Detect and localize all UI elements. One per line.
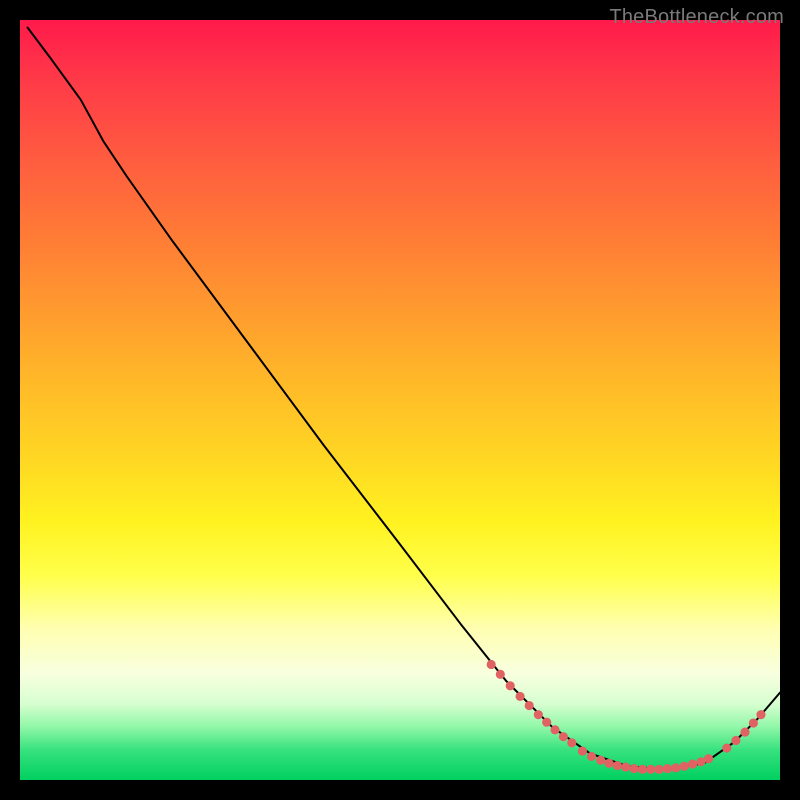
- highlight-dot: [496, 670, 505, 679]
- highlight-dot: [680, 762, 689, 771]
- highlight-dot: [671, 763, 680, 772]
- highlight-dot: [587, 752, 596, 761]
- highlight-dot: [630, 764, 639, 773]
- highlight-dot: [613, 761, 622, 770]
- chart-overlay: [20, 20, 780, 780]
- highlight-dot: [655, 765, 664, 774]
- highlight-dot: [638, 765, 647, 774]
- highlight-dot: [567, 738, 576, 747]
- highlight-dot: [578, 747, 587, 756]
- highlight-dot: [542, 718, 551, 727]
- highlight-dot: [525, 701, 534, 710]
- highlight-dot: [596, 756, 605, 765]
- highlight-dot: [604, 759, 613, 768]
- highlight-dot: [487, 660, 496, 669]
- watermark-label: TheBottleneck.com: [609, 6, 784, 29]
- chart-container: TheBottleneck.com: [0, 0, 800, 800]
- highlight-dot: [663, 764, 672, 773]
- highlight-dot: [559, 732, 568, 741]
- highlight-dot: [646, 765, 655, 774]
- highlight-dot: [621, 763, 630, 772]
- highlight-dot: [506, 681, 515, 690]
- highlight-dot: [740, 728, 749, 737]
- highlight-dot: [722, 744, 731, 753]
- highlight-dot: [516, 692, 525, 701]
- highlight-dot: [749, 718, 758, 727]
- highlight-dot: [756, 710, 765, 719]
- highlight-dot: [550, 725, 559, 734]
- bottleneck-curve: [28, 28, 780, 770]
- highlight-dot: [731, 736, 740, 745]
- highlight-dot: [688, 759, 697, 768]
- highlight-dot: [534, 710, 543, 719]
- plot-frame: [20, 20, 780, 780]
- highlight-dots: [487, 660, 766, 774]
- highlight-dot: [704, 754, 713, 763]
